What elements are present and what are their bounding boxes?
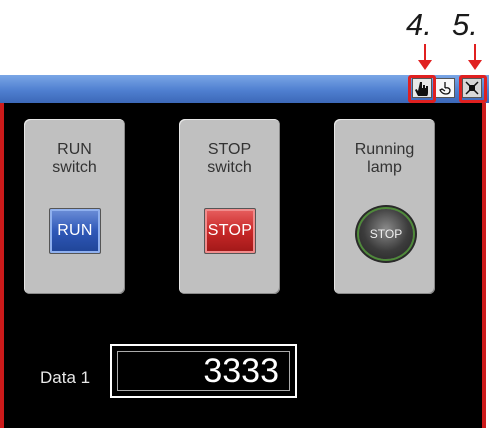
data-1-display: 3333 — [110, 344, 297, 398]
callout-4-arrow — [418, 44, 432, 70]
callout-5: 5. — [452, 7, 478, 42]
running-lamp: STOP — [359, 209, 413, 259]
running-lamp-panel: Running lamp STOP — [334, 119, 435, 294]
data-1-label: Data 1 — [40, 368, 91, 387]
run-switch-label: RUN switch — [52, 141, 97, 176]
run-button[interactable]: RUN — [49, 208, 101, 254]
running-lamp-label: Running lamp — [354, 141, 415, 176]
callout-4: 4. — [406, 7, 432, 42]
stop-switch-label: STOP switch — [207, 141, 252, 176]
callout-4-highlight — [408, 75, 436, 103]
callout-5-arrow — [468, 44, 482, 70]
run-switch-panel: RUN switch RUN — [24, 119, 125, 294]
stop-switch-panel: STOP switch STOP — [179, 119, 280, 294]
callout-5-highlight — [459, 75, 487, 103]
pointer-hand-icon[interactable] — [435, 78, 455, 98]
data-1-value: 3333 — [117, 351, 290, 391]
stop-button[interactable]: STOP — [204, 208, 256, 254]
